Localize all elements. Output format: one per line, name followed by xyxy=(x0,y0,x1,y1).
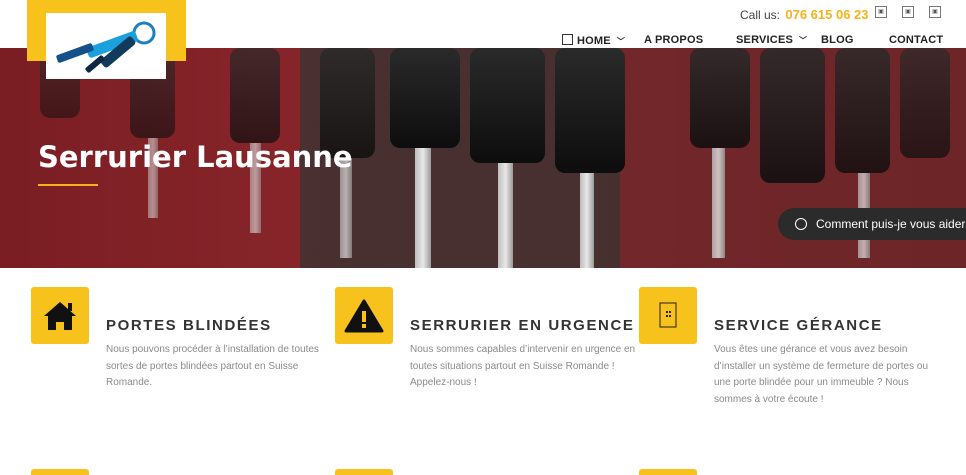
service-icon-box xyxy=(639,287,697,344)
hero-key-blade xyxy=(415,148,431,268)
call-label: Call us: xyxy=(740,8,781,22)
nav-home[interactable]: HOME ﹀ xyxy=(562,34,625,47)
service-text: Nous pouvons procéder à l’installation d… xyxy=(106,344,319,389)
social-icon-1[interactable]: ▣ xyxy=(875,6,887,18)
hero-key-blade xyxy=(712,148,725,258)
nav-a-propos[interactable]: A PROPOS xyxy=(644,34,703,46)
page-title: Serrurier Lausanne xyxy=(38,140,353,174)
building-icon xyxy=(659,302,677,328)
hero-key xyxy=(230,48,280,143)
service-title[interactable]: SERRURIER EN URGENCE xyxy=(410,317,635,334)
service-title[interactable]: PORTES BLINDÉES xyxy=(106,317,272,334)
hero-key xyxy=(390,48,460,148)
hero-key xyxy=(760,48,825,183)
chevron-down-icon: ﹀ xyxy=(799,36,808,45)
hero-key xyxy=(835,48,890,173)
nav-apropos-label: A PROPOS xyxy=(644,34,704,46)
hero-key-blade xyxy=(498,163,513,268)
hero-key xyxy=(900,48,950,158)
service-icon-box xyxy=(31,287,89,344)
keys-logo-icon xyxy=(56,21,156,73)
nav-home-label: HOME xyxy=(577,35,611,47)
phone-number[interactable]: 076 615 06 23 xyxy=(785,7,868,22)
hero-key-blade xyxy=(580,173,594,268)
service-text: Vous êtes une gérance et vous avez besoi… xyxy=(714,344,928,406)
nav-contact-label: CONTACT xyxy=(889,34,944,46)
service-icon-box xyxy=(335,287,393,344)
warning-icon xyxy=(344,299,384,333)
social-icon-3[interactable]: ▣ xyxy=(929,6,941,18)
whatsapp-chat-button[interactable]: Comment puis-je vous aider ? xyxy=(778,208,966,240)
call-us: Call us: 076 615 06 23 xyxy=(740,7,869,22)
home-icon xyxy=(44,302,76,330)
nav-services-label: SERVICES xyxy=(736,34,794,46)
nav-contact[interactable]: CONTACT xyxy=(889,34,943,46)
home-nav-icon xyxy=(562,34,573,45)
chat-label: Comment puis-je vous aider ? xyxy=(816,217,966,231)
nav-blog[interactable]: BLOG xyxy=(821,34,854,46)
nav-services[interactable]: SERVICES ﹀ xyxy=(736,34,807,46)
title-underline xyxy=(38,184,98,186)
service-title[interactable]: SERVICE GÉRANCE xyxy=(714,317,883,334)
whatsapp-icon xyxy=(795,218,807,230)
social-icon-2[interactable]: ▣ xyxy=(902,6,914,18)
logo[interactable] xyxy=(46,13,166,79)
service-icon-box xyxy=(31,469,89,475)
service-text: Nous sommes capables d’intervenir en urg… xyxy=(410,344,636,389)
hero-key xyxy=(555,48,625,173)
chevron-down-icon: ﹀ xyxy=(616,37,626,46)
nav-blog-label: BLOG xyxy=(821,34,854,46)
hero-key xyxy=(470,48,545,163)
service-icon-box xyxy=(335,469,393,475)
service-icon-box xyxy=(639,469,697,475)
hero-key xyxy=(690,48,750,148)
